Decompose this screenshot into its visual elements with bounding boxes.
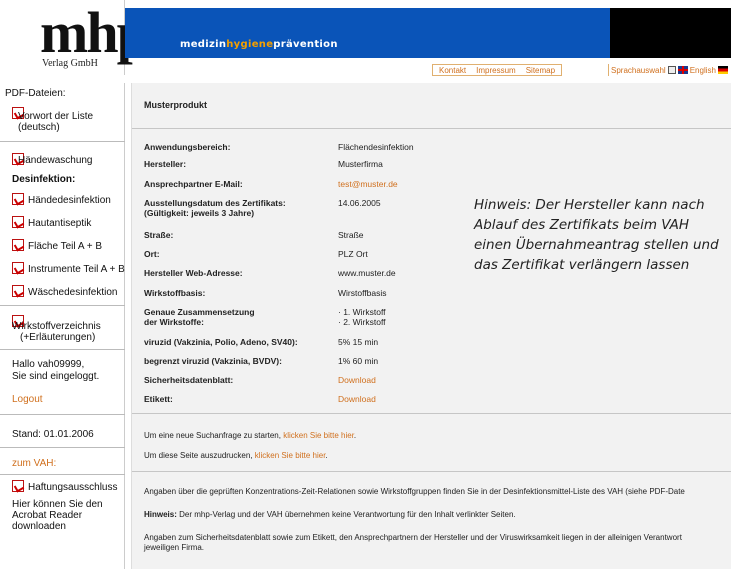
note-hinweis: Hinweis: Der mhp-Verlag und der VAH über… (144, 510, 516, 519)
greeting-line2: Sie sind eingeloggt. (12, 371, 100, 382)
print-text: Um diese Seite auszudrucken, klicken Sie… (144, 451, 328, 460)
note-verantwortung-line1: Angaben zum Sicherheitsdatenblatt sowie … (144, 533, 682, 542)
email-link[interactable]: test@muster.de (338, 179, 398, 189)
nav-kontakt[interactable]: Kontakt (439, 66, 466, 75)
language-label: Sprachauswahl (611, 65, 666, 75)
language-selector[interactable]: Sprachauswahl English (608, 64, 728, 76)
language-english[interactable]: English (690, 66, 716, 75)
download-etikett-link[interactable]: Download (338, 394, 376, 404)
nav-impressum[interactable]: Impressum (476, 66, 516, 75)
pdf-icon (12, 216, 24, 228)
top-nav: Kontakt Impressum Sitemap Sprachauswahl … (0, 58, 731, 76)
zum-vah-link[interactable]: zum VAH: (12, 458, 137, 469)
site-header: mhp Verlag GmbH medizinhygieneprävention… (0, 0, 731, 76)
uk-flag-icon[interactable] (677, 66, 688, 74)
acrobat-note-line3: downloaden (12, 521, 66, 532)
note-konzentration: Angaben über die geprüften Konzentration… (144, 487, 685, 496)
german-checkbox-icon[interactable] (667, 66, 676, 74)
new-search-text: Um eine neue Suchanfrage zu starten, kli… (144, 431, 357, 440)
header-dark-band (610, 8, 731, 58)
pdf-icon (12, 285, 24, 297)
note-verantwortung-line2: jeweiligen Firma. (144, 543, 205, 552)
pdf-icon (12, 193, 24, 205)
acrobat-note-line1: Hier können Sie den (12, 499, 103, 510)
product-title: Musterprodukt (144, 100, 207, 110)
tagline: medizinhygieneprävention (180, 39, 338, 50)
pdf-icon (12, 480, 24, 492)
main-content: Musterprodukt Anwendungsbereich: Flächend… (131, 83, 731, 569)
new-search-link[interactable]: klicken Sie bitte hier (283, 431, 354, 440)
nav-sitemap[interactable]: Sitemap (526, 66, 555, 75)
hint-annotation: Hinweis: Der Hersteller kann nach Ablauf… (474, 197, 719, 273)
header-banner: medizinhygieneprävention (125, 8, 610, 58)
download-sicherheitsdatenblatt-link[interactable]: Download (338, 375, 376, 385)
sidebar-section-desinfektion: Desinfektion: (12, 174, 76, 185)
stand-date: Stand: 01.01.2006 (12, 429, 94, 440)
print-link[interactable]: klicken Sie bitte hier (255, 451, 326, 460)
pdf-icon (12, 239, 24, 251)
acrobat-note-line2: Acrobat Reader (12, 510, 83, 521)
pdf-icon (12, 262, 24, 274)
greeting-line1: Hallo vah09999, (12, 359, 85, 370)
sidebar: PDF-Dateien: Vorwort der Liste (deutsch)… (0, 83, 125, 569)
sidebar-heading: PDF-Dateien: (5, 88, 66, 99)
german-flag-icon[interactable] (717, 66, 728, 74)
logout-link[interactable]: Logout (12, 394, 137, 405)
